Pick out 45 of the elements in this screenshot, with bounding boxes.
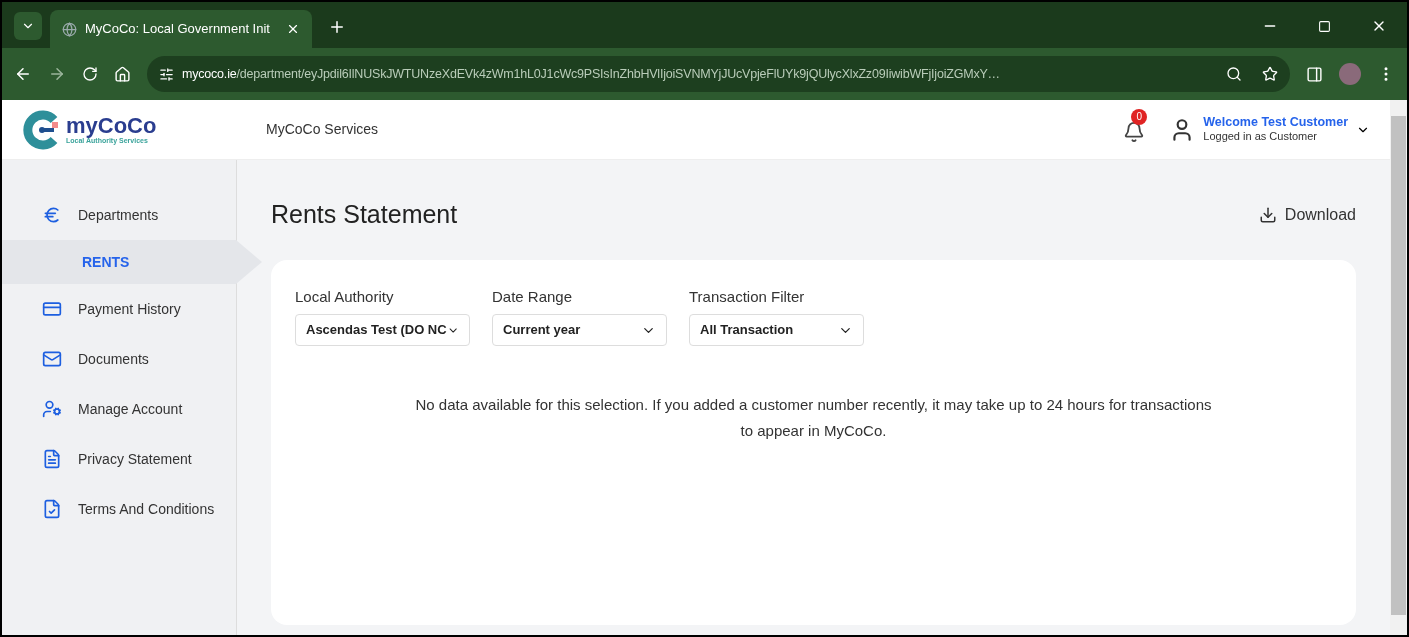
card-icon <box>42 299 62 319</box>
empty-message: No data available for this selection. If you added a customer number recently, it may take up to 24 hours for transactions to appear in MyCoCo. <box>414 395 1213 441</box>
download-icon <box>1258 205 1277 224</box>
globe-icon <box>62 21 77 37</box>
sidebar-item[interactable]: Payment History <box>2 284 236 334</box>
url-text: mycoco.ie/department/eyJpdil6IlNUSkJWTUNzeXdEVk4zWm1hL0J1cWc9PSIsInZhbHVlIjoiSVNMYjJUcVpjeFlUYk9jQUlycXlxZz09IiwibWFjIjoiZGMxY… <box>182 65 1001 83</box>
filter-label: Local Authority <box>295 286 395 307</box>
address-bar[interactable]: mycoco.ie/department/eyJpdil6IlNUSkJWTUNzeXdEVk4zWm1hL0J1cWc9PSIsInZhbHVlIjoiSVNMYjJUcVpjeFlUYk9jQUlycXlxZz09IiwibWFjIjoiZGMxY… <box>147 56 1290 92</box>
filter-label: Date Range <box>492 286 574 307</box>
close-tab-icon[interactable] <box>286 22 300 36</box>
page-title: Rents Statement <box>271 199 458 230</box>
sidebar-item[interactable]: Departments <box>2 190 236 240</box>
back-icon[interactable] <box>14 65 32 83</box>
scrollbar[interactable] <box>1390 100 1407 635</box>
sidebar-item[interactable]: Terms And Conditions <box>2 484 236 534</box>
tab-list-button[interactable] <box>14 12 42 40</box>
notification-bell-icon[interactable] <box>1123 120 1146 143</box>
document-check-icon <box>42 499 62 519</box>
filter-dropdown[interactable]: Current year <box>492 314 667 346</box>
list-document-icon <box>42 449 62 469</box>
bookmark-star-icon[interactable] <box>1262 66 1278 82</box>
side-panel-icon[interactable] <box>1306 65 1323 83</box>
forward-icon[interactable] <box>48 65 66 83</box>
welcome-text[interactable]: Welcome Test Customer <box>1203 114 1348 131</box>
user-gear-icon <box>42 399 62 419</box>
notification-badge: 0 <box>1131 108 1148 125</box>
filter-dropdown[interactable]: Ascendas Test (DO NC <box>295 314 470 346</box>
browser-tab[interactable]: MyCoCo: Local Government Init <box>50 10 312 48</box>
sidebar-item[interactable]: Manage Account <box>2 384 236 434</box>
maximize-icon[interactable] <box>1318 20 1331 33</box>
envelope-icon <box>42 349 62 369</box>
nav-link[interactable]: MyCoCo Services <box>266 119 379 140</box>
filter-label: Transaction Filter <box>689 286 806 307</box>
zoom-icon[interactable] <box>1226 66 1242 82</box>
site-info-icon[interactable] <box>159 66 174 82</box>
logo-text: myCoCo <box>66 115 157 137</box>
download-button[interactable]: Download <box>1258 202 1356 227</box>
filter-dropdown[interactable]: All Transaction <box>689 314 864 346</box>
home-icon[interactable] <box>114 65 131 83</box>
role-text: Logged in as Customer <box>1203 130 1318 145</box>
sidebar-item[interactable]: Privacy Statement <box>2 434 236 484</box>
reload-icon[interactable] <box>82 66 98 82</box>
sidebar-subitem[interactable]: RENTS <box>2 240 236 284</box>
new-tab-icon[interactable] <box>328 18 346 36</box>
sidebar-item[interactable]: Documents <box>2 334 236 384</box>
